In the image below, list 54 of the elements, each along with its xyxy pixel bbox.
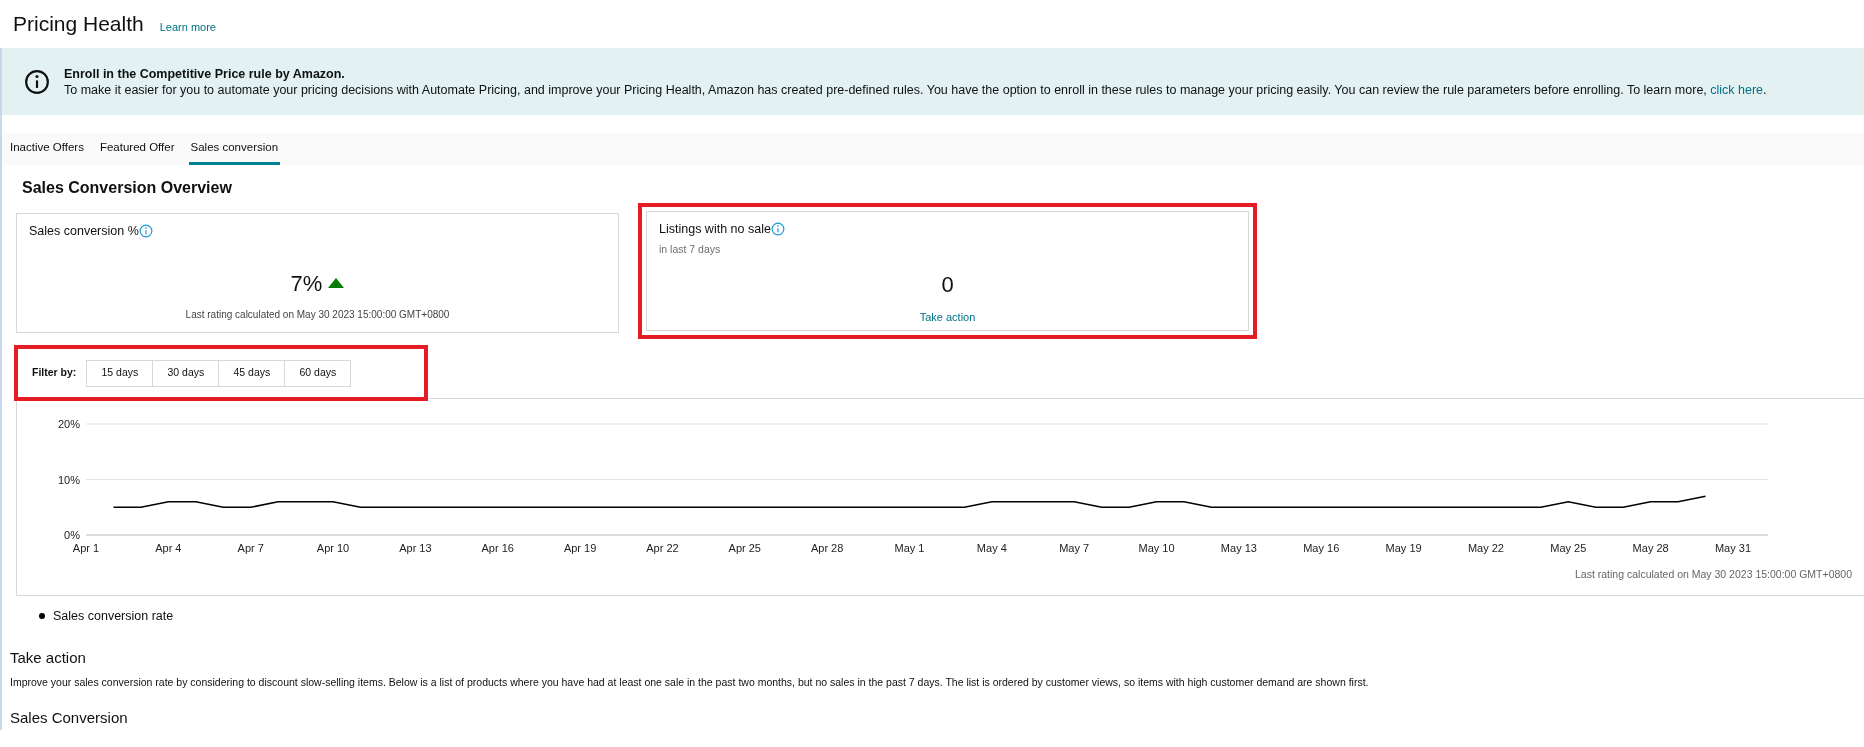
- x-axis-label: May 28: [1632, 542, 1669, 554]
- x-axis-label: Apr 4: [155, 542, 182, 554]
- tab[interactable]: Inactive Offers: [8, 138, 86, 165]
- x-axis-label: Apr 19: [563, 542, 597, 554]
- x-axis-label: Apr 7: [237, 542, 264, 554]
- info-icon: [138, 224, 153, 239]
- take-action-text: Improve your sales conversion rate by considering to discount slow-selling items. Below is a list of products where you have had at least one sale in the past two months, but no sales in the past 7 days. The list is ordered by customer views, so items with high customer demand are shown first.: [10, 675, 1369, 691]
- x-axis-label: Apr 1: [72, 542, 100, 554]
- tab[interactable]: Sales conversion: [188, 138, 281, 165]
- info-icon: [24, 68, 50, 95]
- section-title: Sales Conversion Overview: [21, 178, 232, 198]
- x-axis-label: Apr 25: [728, 542, 761, 554]
- x-axis-label: May 25: [1550, 542, 1587, 554]
- filter-option[interactable]: 60 days: [284, 359, 352, 387]
- learn-more-link[interactable]: Learn more: [159, 19, 216, 36]
- click-here-link[interactable]: click here: [1710, 82, 1764, 97]
- take-action-link[interactable]: Take action: [919, 308, 976, 325]
- x-axis-label: May 7: [1059, 542, 1090, 554]
- x-axis-label: May 1: [894, 542, 925, 554]
- y-axis-label: 0%: [64, 529, 80, 541]
- take-action-heading: Take action: [10, 647, 86, 668]
- x-axis-label: Apr 16: [481, 542, 514, 554]
- x-axis-label: May 31: [1714, 542, 1752, 554]
- x-axis-label: May 16: [1303, 542, 1340, 554]
- filter-option[interactable]: 30 days: [152, 359, 220, 387]
- metric-value: 0: [941, 270, 954, 299]
- metric-value: 7%: [290, 269, 323, 298]
- tab[interactable]: Featured Offer: [97, 138, 177, 165]
- legend-dot: [39, 613, 45, 620]
- info-icon: [770, 222, 785, 237]
- banner-text: To make it easier for you to automate your pricing decisions with Automate Pricing, and improve your Pricing Health, Amazon has created pre-defined rules. You have the option to enroll in these rules to manage your pricing easily. You can review the rule parameters before enrolling. To learn more, click here.: [64, 81, 1767, 98]
- x-axis-label: May 22: [1467, 542, 1504, 554]
- card-title: Listings with no sale: [659, 221, 771, 238]
- x-axis-label: Apr 10: [316, 542, 350, 554]
- filter-option[interactable]: 45 days: [218, 359, 286, 387]
- banner-heading: Enroll in the Competitive Price rule by Amazon.: [64, 65, 346, 82]
- x-axis-label: Apr 28: [810, 542, 844, 554]
- card-title: Sales conversion %: [29, 223, 139, 240]
- page-title: Pricing Health: [13, 11, 144, 37]
- x-axis-label: May 13: [1220, 542, 1257, 554]
- x-axis-label: May 4: [976, 542, 1007, 554]
- filter-option[interactable]: 15 days: [86, 359, 154, 387]
- legend-label: Sales conversion rate: [53, 608, 174, 625]
- calculation-note: Last rating calculated on May 30 2023 15:00:00 GMT+0800: [185, 307, 450, 322]
- x-axis-label: May 19: [1385, 542, 1422, 554]
- sales-conversion-heading: Sales Conversion: [10, 708, 128, 728]
- y-axis-label: 10%: [57, 473, 80, 486]
- chart-note: Last rating calculated on May 30 2023 15:00:00 GMT+0800: [1575, 567, 1852, 582]
- filter-label: Filter by:: [32, 365, 77, 381]
- x-axis-label: Apr 13: [399, 542, 432, 554]
- y-axis-label: 20%: [57, 418, 80, 430]
- x-axis-label: Apr 22: [646, 542, 679, 554]
- x-axis-label: May 10: [1138, 542, 1175, 554]
- card-subtitle: in last 7 days: [659, 241, 721, 257]
